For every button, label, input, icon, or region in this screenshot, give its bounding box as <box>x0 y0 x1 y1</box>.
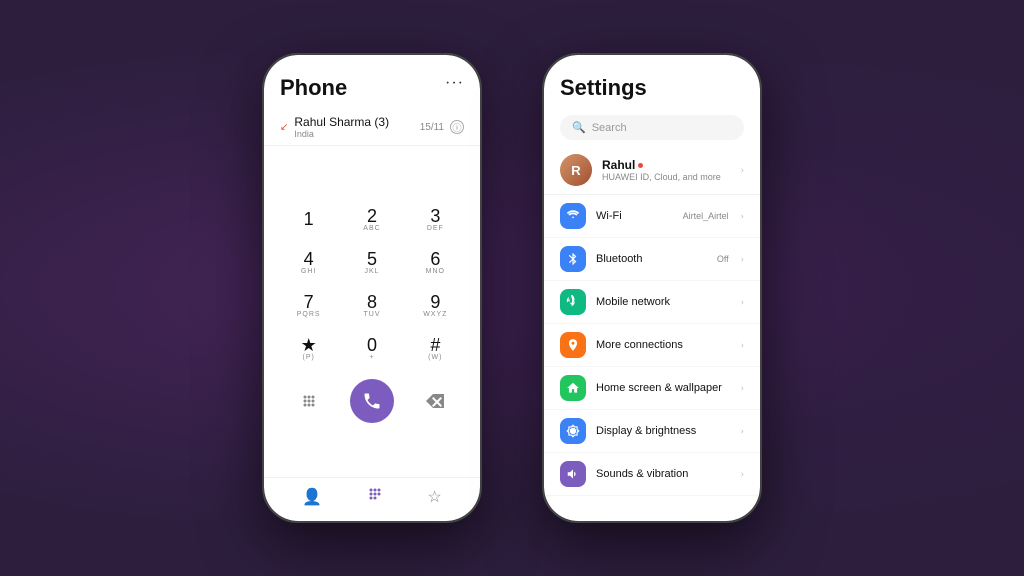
settings-app: Settings 🔍 Search R Rahul HUAWEI ID, Clo… <box>544 55 760 521</box>
avatar: R <box>560 154 592 186</box>
settings-device: Settings 🔍 Search R Rahul HUAWEI ID, Clo… <box>542 53 762 523</box>
profile-info: Rahul HUAWEI ID, Cloud, and more <box>602 158 731 182</box>
bluetooth-icon <box>560 246 586 272</box>
dialpad-tab[interactable] <box>367 486 383 507</box>
phone-device: Phone ··· ↙ Rahul Sharma (3) India 15/11… <box>262 53 482 523</box>
favorites-tab[interactable]: ☆ <box>427 487 441 507</box>
settings-list: Wi-Fi Airtel_Airtel › Bluetooth Off › <box>544 195 760 521</box>
settings-item-display[interactable]: Display & brightness › <box>544 410 760 453</box>
caller-country: India <box>294 129 389 139</box>
settings-item-mobile[interactable]: Mobile network › <box>544 281 760 324</box>
wifi-label: Wi-Fi <box>596 210 673 222</box>
dial-key-5[interactable]: 5JKL <box>343 244 400 281</box>
notification-dot <box>638 163 643 168</box>
call-count: 15/11 <box>420 122 444 133</box>
settings-header: Settings <box>544 55 760 109</box>
dial-key-star[interactable]: ★(P) <box>280 330 337 367</box>
recent-call-row[interactable]: ↙ Rahul Sharma (3) India 15/11 ⓘ <box>264 109 480 146</box>
dial-key-1[interactable]: 1 <box>280 201 337 238</box>
more-connections-icon <box>560 332 586 358</box>
display-icon <box>560 418 586 444</box>
dial-key-9[interactable]: 9WXYZ <box>407 287 464 324</box>
phone-footer: 👤 ☆ <box>264 477 480 521</box>
settings-title: Settings <box>560 75 647 100</box>
call-info: Rahul Sharma (3) India <box>294 115 389 139</box>
dial-key-4[interactable]: 4GHI <box>280 244 337 281</box>
mobile-network-label: Mobile network <box>596 296 719 308</box>
sounds-label: Sounds & vibration <box>596 468 731 480</box>
mobile-network-chevron-icon: › <box>741 297 744 308</box>
profile-name: Rahul <box>602 158 731 172</box>
phone-screen: Phone ··· ↙ Rahul Sharma (3) India 15/11… <box>264 55 480 521</box>
sounds-icon <box>560 461 586 487</box>
call-right: 15/11 ⓘ <box>420 120 464 134</box>
phone-header: Phone ··· <box>264 55 480 109</box>
call-button[interactable] <box>350 379 394 423</box>
settings-item-wifi[interactable]: Wi-Fi Airtel_Airtel › <box>544 195 760 238</box>
profile-chevron-icon: › <box>741 165 744 176</box>
phone-app: Phone ··· ↙ Rahul Sharma (3) India 15/11… <box>264 55 480 521</box>
dots-grid-icon <box>301 393 317 409</box>
phone-call-icon <box>362 391 382 411</box>
dial-key-8[interactable]: 8TUV <box>343 287 400 324</box>
dialpad-bottom <box>280 379 464 423</box>
caller-name: Rahul Sharma (3) <box>294 115 389 129</box>
dial-key-2[interactable]: 2ABC <box>343 201 400 238</box>
wifi-value: Airtel_Airtel <box>683 211 729 221</box>
contacts-tab[interactable]: 👤 <box>302 487 322 507</box>
backspace-icon <box>426 394 444 408</box>
dial-key-7[interactable]: 7PQRS <box>280 287 337 324</box>
recent-call-left: ↙ Rahul Sharma (3) India <box>280 115 389 139</box>
dialpad: 1 2ABC 3DEF 4GHI 5JKL 6MNO 7PQRS 8TUV 9W… <box>264 146 480 477</box>
settings-item-connections[interactable]: More connections › <box>544 324 760 367</box>
settings-item-bluetooth[interactable]: Bluetooth Off › <box>544 238 760 281</box>
more-options-icon[interactable]: ··· <box>445 75 464 93</box>
mobile-network-icon <box>560 289 586 315</box>
homescreen-chevron-icon: › <box>741 383 744 394</box>
dial-key-hash[interactable]: #(W) <box>407 330 464 367</box>
search-bar[interactable]: 🔍 Search <box>560 115 744 140</box>
sounds-chevron-icon: › <box>741 469 744 480</box>
settings-item-homescreen[interactable]: Home screen & wallpaper › <box>544 367 760 410</box>
bluetooth-chevron-icon: › <box>741 254 744 265</box>
wifi-icon <box>560 203 586 229</box>
search-icon: 🔍 <box>572 121 586 134</box>
display-label: Display & brightness <box>596 425 731 437</box>
call-info-button[interactable]: ⓘ <box>450 120 464 134</box>
bluetooth-label: Bluetooth <box>596 253 707 265</box>
more-connections-label: More connections <box>596 339 731 351</box>
homescreen-icon <box>560 375 586 401</box>
missed-call-icon: ↙ <box>280 122 288 133</box>
search-input[interactable]: Search <box>592 122 627 134</box>
display-chevron-icon: › <box>741 426 744 437</box>
homescreen-label: Home screen & wallpaper <box>596 382 731 394</box>
dialpad-grid: 1 2ABC 3DEF 4GHI 5JKL 6MNO 7PQRS 8TUV 9W… <box>280 201 464 367</box>
dialpad-dots-button[interactable] <box>291 383 327 419</box>
bluetooth-value: Off <box>717 254 729 264</box>
dial-key-3[interactable]: 3DEF <box>407 201 464 238</box>
more-connections-chevron-icon: › <box>741 340 744 351</box>
backspace-button[interactable] <box>417 383 453 419</box>
wifi-chevron-icon: › <box>741 211 744 222</box>
profile-subtitle: HUAWEI ID, Cloud, and more <box>602 172 731 182</box>
settings-item-sounds[interactable]: Sounds & vibration › <box>544 453 760 496</box>
settings-screen: Settings 🔍 Search R Rahul HUAWEI ID, Clo… <box>544 55 760 521</box>
phone-title: Phone <box>280 75 347 101</box>
profile-row[interactable]: R Rahul HUAWEI ID, Cloud, and more › <box>544 146 760 195</box>
dial-key-6[interactable]: 6MNO <box>407 244 464 281</box>
dial-key-0[interactable]: 0+ <box>343 330 400 367</box>
